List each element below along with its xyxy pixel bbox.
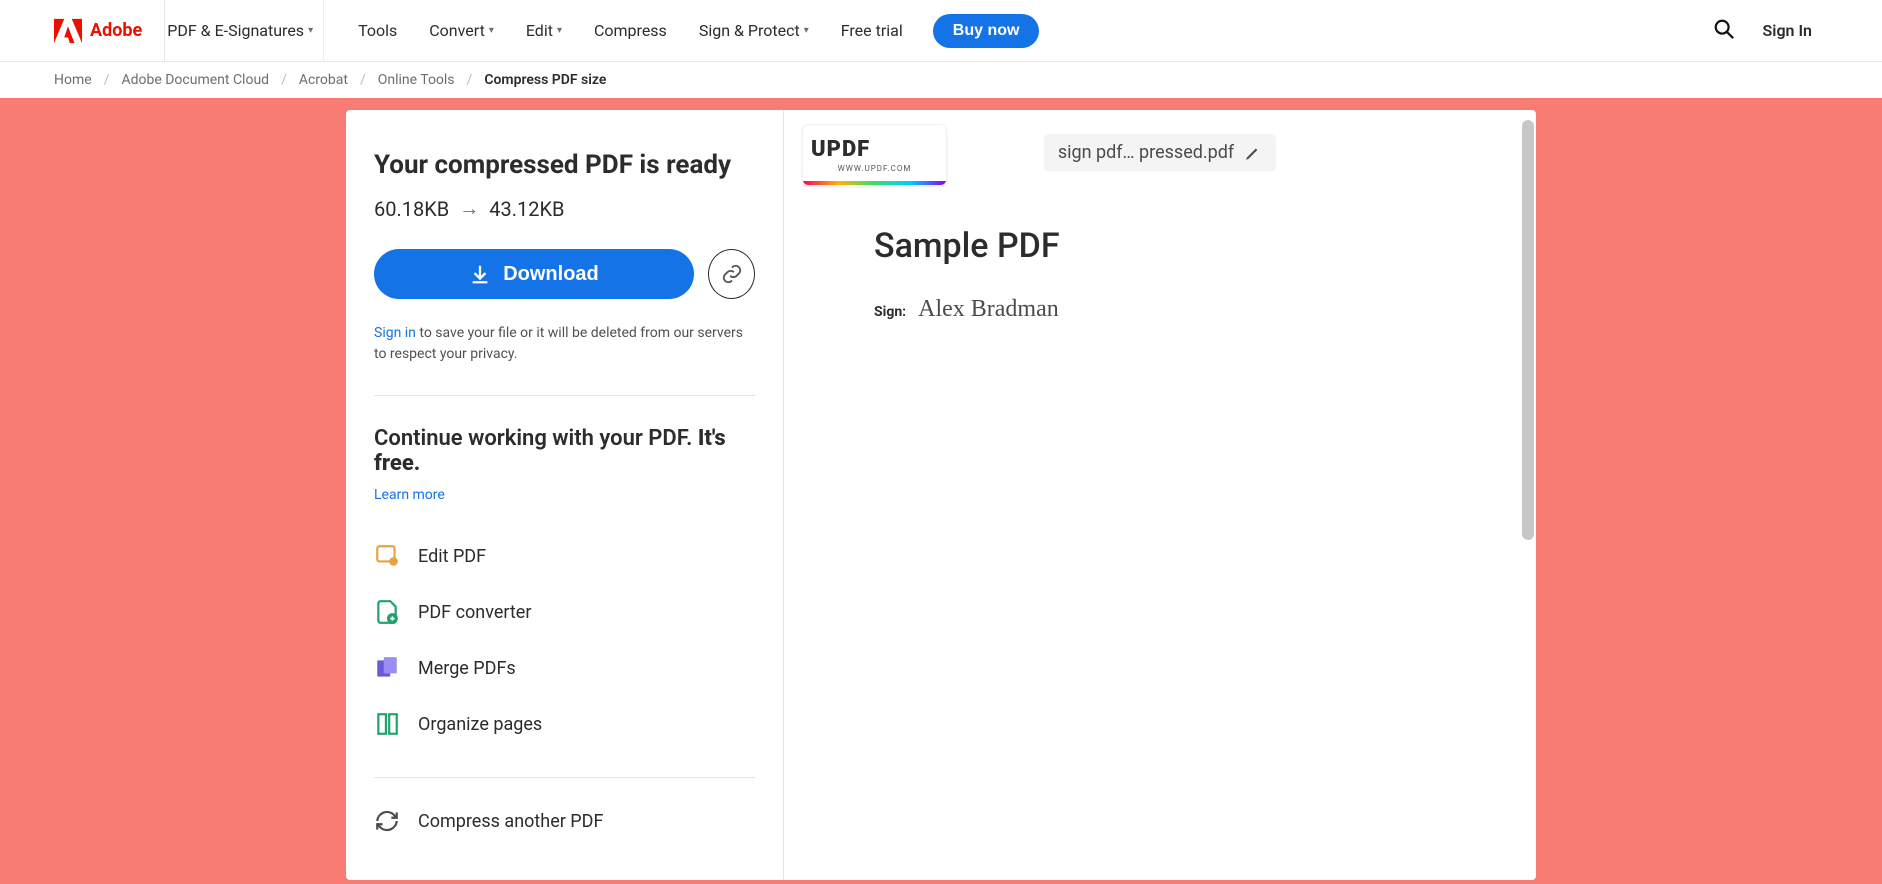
tool-edit-label: Edit PDF [418,546,486,567]
breadcrumb-online-tools[interactable]: Online Tools [378,72,455,88]
refresh-icon [374,808,400,834]
learn-more-link[interactable]: Learn more [374,487,445,503]
organize-pages-icon [374,711,400,737]
adobe-wordmark: Adobe [90,20,142,41]
adobe-logo-icon [54,18,82,44]
document-title: Sample PDF [874,226,1518,266]
share-link-button[interactable] [708,249,755,299]
tool-merge-label: Merge PDFs [418,658,516,679]
tool-again-label: Compress another PDF [418,811,603,832]
size-after: 43.12KB [489,197,564,221]
stage: Your compressed PDF is ready 60.18KB → 4… [346,110,1536,880]
breadcrumb-sep: / [104,72,110,88]
result-heading: Your compressed PDF is ready [374,150,755,180]
updf-brand: UPDF [811,137,938,162]
chevron-down-icon: ▾ [557,25,562,36]
chevron-down-icon: ▾ [489,25,494,36]
nav-edit-label: Edit [526,21,553,40]
sign-row: Sign: Alex Bradman [874,296,1518,323]
preview-scrollbar[interactable] [1522,120,1534,540]
divider [374,395,755,396]
nav-edit[interactable]: Edit ▾ [524,15,564,46]
tool-list: Edit PDF PDF converter Merge PDFs Organi… [374,543,755,737]
search-icon[interactable] [1713,18,1735,44]
tool-pdf-converter[interactable]: PDF converter [374,599,755,625]
nav-pdf-esignatures-label: PDF & E-Signatures [167,21,304,40]
updf-gradient-bar [803,181,946,185]
adobe-logo-block[interactable]: Adobe [0,0,165,61]
breadcrumb-home[interactable]: Home [54,72,92,88]
buy-now-button[interactable]: Buy now [933,14,1040,48]
nav-trial-label: Free trial [841,21,903,40]
breadcrumb: Home / Adobe Document Cloud / Acrobat / Onl… [0,62,1882,98]
signin-inline-link[interactable]: Sign in [374,325,416,341]
sign-name: Alex Bradman [918,296,1059,323]
nav-group: Tools Convert ▾ Edit ▾ Compress Sign & Pro… [332,14,1039,48]
download-icon [469,263,491,285]
edit-pdf-icon [374,543,400,569]
nav-right: Sign In [1713,18,1882,44]
nav-pdf-esignatures[interactable]: PDF & E-Signatures ▾ [165,15,315,46]
nav-compress-label: Compress [594,21,667,40]
merge-pdfs-icon [374,655,400,681]
stage-background: Your compressed PDF is ready 60.18KB → 4… [0,98,1882,884]
size-before: 60.18KB [374,197,449,221]
nav-tools[interactable]: Tools [356,15,399,46]
nav-free-trial[interactable]: Free trial [839,15,905,46]
breadcrumb-sep: / [360,72,366,88]
updf-url: WWW.UPDF.COM [811,164,938,173]
tool-convert-label: PDF converter [418,602,531,623]
size-compare: 60.18KB → 43.12KB [374,196,755,221]
filename-text: sign pdf… pressed.pdf [1058,142,1234,163]
tool-edit-pdf[interactable]: Edit PDF [374,543,755,569]
preview-panel: UPDF WWW.UPDF.COM sign pdf… pressed.pdf … [784,110,1536,880]
signin-note-text: to save your file or it will be deleted … [374,325,743,362]
breadcrumb-doc-cloud[interactable]: Adobe Document Cloud [121,72,269,88]
nav-convert[interactable]: Convert ▾ [427,15,496,46]
nav-tools-label: Tools [358,21,397,40]
continue-heading: Continue working with your PDF. It's fre… [374,426,755,476]
arrow-right-icon: → [459,196,479,221]
tool-organize-pages[interactable]: Organize pages [374,711,755,737]
breadcrumb-sep: / [467,72,473,88]
continue-pre: Continue working with your PDF. [374,426,698,451]
nav-convert-label: Convert [429,21,485,40]
updf-logo-box: UPDF WWW.UPDF.COM [802,124,947,186]
top-nav: Adobe PDF & E-Signatures ▾ Tools Convert… [0,0,1882,62]
download-row: Download [374,249,755,299]
filename-chip[interactable]: sign pdf… pressed.pdf [1044,134,1276,171]
nav-compress[interactable]: Compress [592,15,669,46]
divider [374,777,755,778]
download-button[interactable]: Download [374,249,694,299]
result-panel: Your compressed PDF is ready 60.18KB → 4… [346,110,784,880]
chevron-down-icon: ▾ [308,25,313,36]
tool-compress-another[interactable]: Compress another PDF [374,808,755,834]
tool-merge-pdfs[interactable]: Merge PDFs [374,655,755,681]
pencil-icon [1244,144,1262,162]
signin-note: Sign in to save your file or it will be … [374,323,755,365]
tool-organize-label: Organize pages [418,714,542,735]
sign-in-link[interactable]: Sign In [1763,21,1812,40]
chevron-down-icon: ▾ [804,25,809,36]
breadcrumb-sep: / [281,72,287,88]
nav-sign-protect[interactable]: Sign & Protect ▾ [697,15,811,46]
breadcrumb-current: Compress PDF size [484,72,606,88]
sign-label: Sign: [874,304,906,320]
nav-divider [323,0,324,62]
pdf-converter-icon [374,599,400,625]
download-label: Download [503,263,599,286]
breadcrumb-acrobat[interactable]: Acrobat [299,72,348,88]
nav-sign-label: Sign & Protect [699,21,800,40]
link-icon [721,263,743,285]
